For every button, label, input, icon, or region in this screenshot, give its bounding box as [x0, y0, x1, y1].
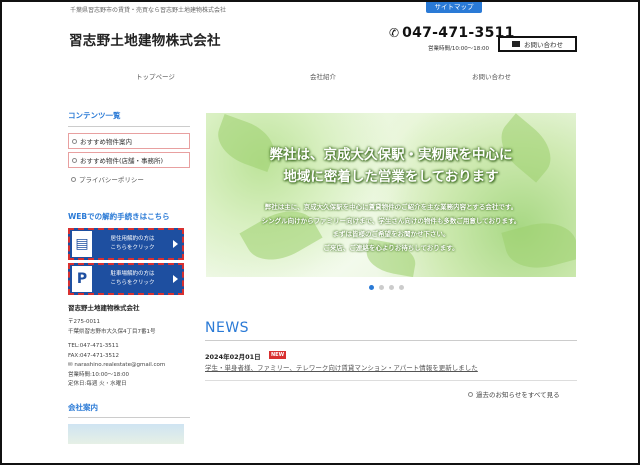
residential-cancel-banner[interactable]: ▤ 居住用解約の方は こちらをクリック [68, 228, 184, 260]
bullet-icon [72, 157, 77, 163]
hero-body-line: 弊社は主に、京成大久保駅を中心に賃貸物件のご紹介を主な業務内容とする会社です。 [264, 203, 518, 211]
hero-body: 弊社は主に、京成大久保駅を中心に賃貸物件のご紹介を主な業務内容とする会社です。 … [206, 201, 576, 255]
sidebar: コンテンツ一覧 おすすめ物件案内 おすすめ物件(店舗・事務所) プライバシーポリ… [68, 110, 190, 444]
sidebar-item-privacy[interactable]: プライバシーポリシー [68, 171, 190, 187]
sidebar-hours: 営業時間:10:00〜18:00 [68, 371, 130, 378]
sitemap-tab[interactable]: サイトマップ [426, 2, 482, 13]
sidebar-company-name: 習志野土地建物株式会社 [68, 304, 140, 312]
past-news-link[interactable]: 過去のお知らせをすべて見る [468, 389, 560, 399]
sidebar-item-label: おすすめ物件(店舗・事務所) [80, 157, 164, 165]
bullet-icon [468, 391, 473, 397]
parking-cancel-banner[interactable]: P 駐車場解約の方は こちらをクリック [68, 263, 184, 295]
divider [68, 416, 190, 418]
web-cancel-heading: WEBでの解約手続きはこちら [68, 212, 170, 221]
company-photo [68, 423, 184, 444]
contact-button-label: お問い合わせ [524, 41, 563, 49]
news-heading: NEWS [205, 320, 250, 336]
document-icon: ▤ [72, 231, 92, 257]
nav-item-top[interactable]: トップページ [136, 71, 175, 81]
carousel-dot[interactable] [369, 285, 374, 290]
fax: FAX:047-471-3512 [68, 352, 120, 359]
hero-title-line2: 地域に密着した営業をしております [283, 169, 499, 185]
contents-heading: コンテンツ一覧 [68, 111, 121, 120]
new-badge: NEW [269, 351, 287, 359]
sidebar-item-shops-offices[interactable]: おすすめ物件(店舗・事務所) [68, 152, 190, 168]
sidebar-item-label: おすすめ物件案内 [80, 138, 132, 146]
email[interactable]: ✉ narashino.realestate@gmail.com [68, 361, 190, 371]
sidebar-item-label: プライバシーポリシー [79, 176, 144, 184]
company-heading: 会社案内 [68, 402, 98, 412]
global-nav: トップページ 会社紹介 お問い合わせ [2, 66, 638, 86]
hero-body-line: シングル向けからファミリー向けまで、学生さん向けの物件も多数ご用意しております。 [261, 216, 521, 225]
parking-icon: P [72, 266, 92, 292]
past-news-label: 過去のお知らせをすべて見る [476, 391, 560, 399]
banner-line2: こちらをクリック [110, 280, 155, 286]
bullet-icon [71, 176, 76, 182]
postal-code: 〒275-0011 [68, 319, 100, 325]
bullet-icon [72, 138, 77, 144]
banner-line2: こちらをクリック [110, 245, 155, 251]
news-date: 2024年02月01日 [205, 353, 261, 361]
page-frame: 千葉県習志野市の賃貸・売買なら習志野土地建物株式会社 サイトマップ 習志野土地建… [0, 0, 640, 465]
carousel-dot[interactable] [389, 285, 394, 290]
hero-title: 弊社は、京成大久保駅・実籾駅を中心に 地域に密着した営業をしております [206, 144, 576, 188]
phone-number[interactable]: ✆ 047-471-3511 [389, 25, 515, 41]
carousel-dot[interactable] [399, 285, 404, 290]
nav-item-company[interactable]: 会社紹介 [310, 71, 336, 81]
hero-slider[interactable]: 弊社は、京成大久保駅・実籾駅を中心に 地域に密着した営業をしております 弊社は主… [206, 113, 576, 277]
arrow-right-icon [173, 240, 178, 248]
arrow-right-icon [173, 275, 178, 283]
hero-title-line1: 弊社は、京成大久保駅・実籾駅を中心に [269, 147, 513, 163]
site-tagline: 千葉県習志野市の賃貸・売買なら習志野土地建物株式会社 [70, 7, 227, 14]
holiday: 定休日:毎週 火・水曜日 [68, 381, 127, 387]
carousel-dots [369, 285, 404, 290]
news-item-link[interactable]: 学生・単身者様、ファミリー、テレワーク向け賃貸マンション・アパート情報を更新しま… [205, 362, 478, 372]
business-hours: 営業時間/10:00〜18:00 [428, 46, 490, 52]
divider [205, 340, 577, 341]
company-logo[interactable]: 習志野土地建物株式会社 [69, 29, 221, 49]
hero-body-line: ご来店、ご連絡を心よりお待ちしております。 [323, 243, 459, 252]
tel: TEL:047-471-3511 [68, 343, 119, 349]
sidebar-item-recommended[interactable]: おすすめ物件案内 [68, 133, 190, 149]
contact-button[interactable]: お問い合わせ [498, 36, 577, 52]
nav-item-contact[interactable]: お問い合わせ [472, 71, 511, 81]
banner-line1: 駐車場解約の方は [110, 271, 155, 277]
banner-line1: 居住用解約の方は [110, 236, 155, 242]
address: 千葉県習志野市大久保4丁目7番1号 [68, 328, 156, 335]
email-text: narashino.realestate@gmail.com [74, 362, 166, 368]
phone-icon: ✆ [389, 26, 400, 40]
hero-body-line: まずは皆様のご希望をお聞かせ下さい。 [332, 230, 450, 238]
mail-icon [512, 41, 520, 47]
divider [205, 380, 577, 381]
divider [68, 126, 190, 127]
carousel-dot[interactable] [379, 285, 384, 290]
